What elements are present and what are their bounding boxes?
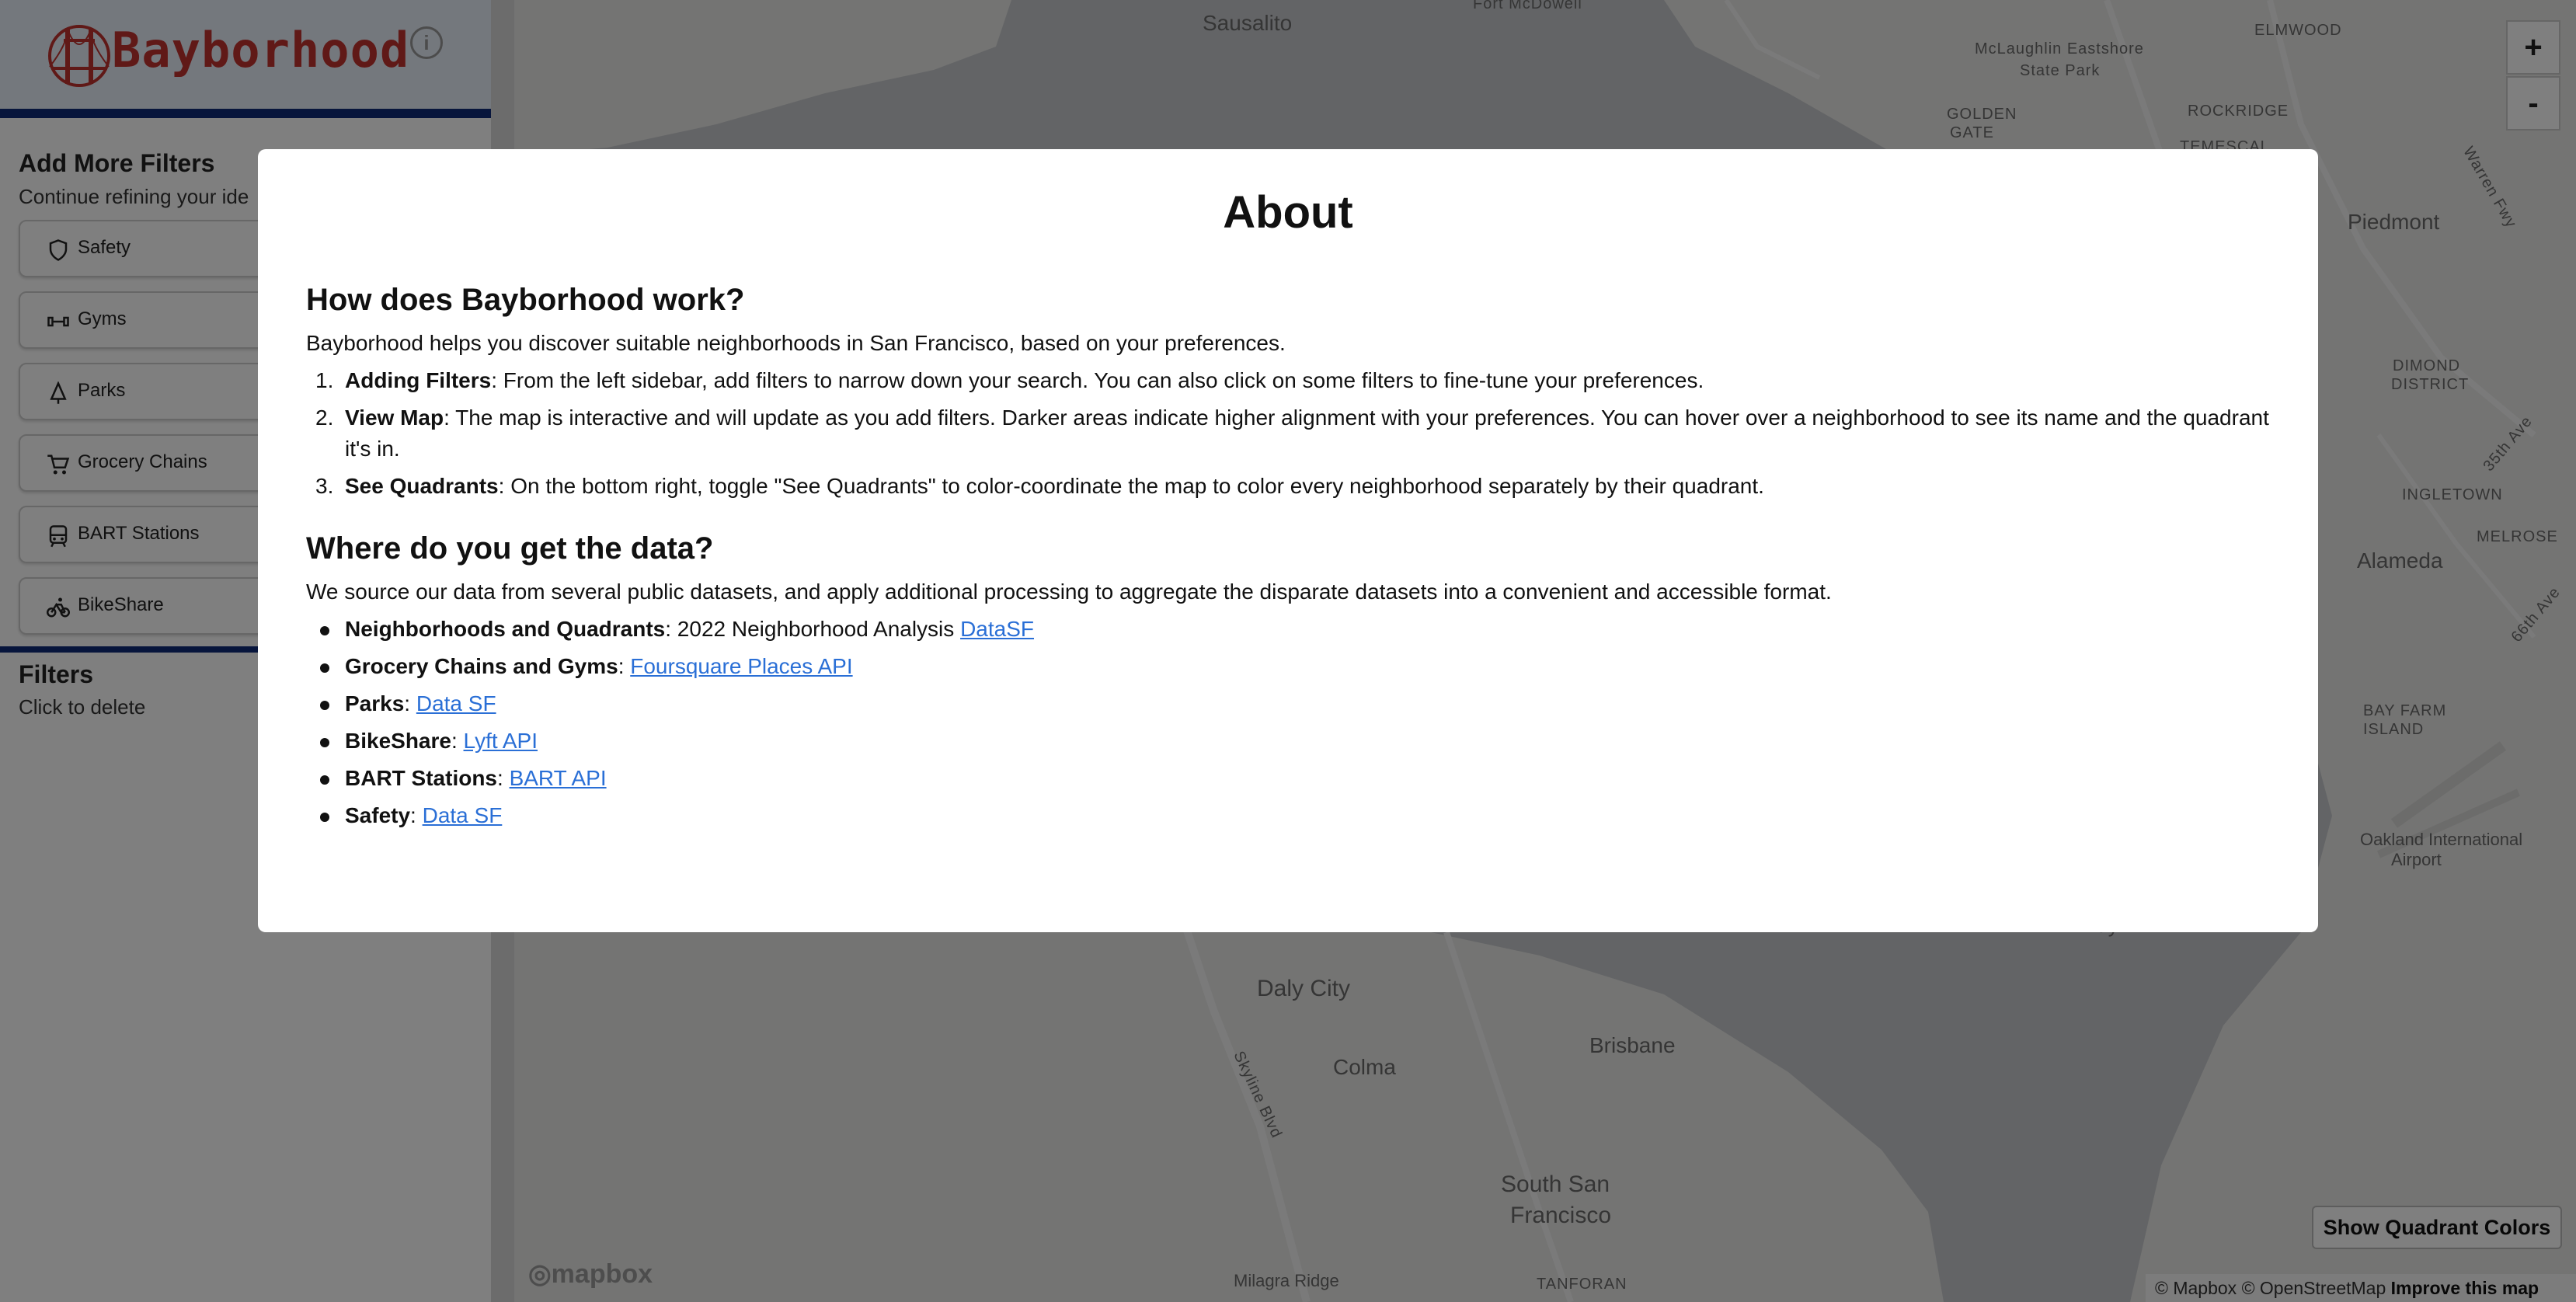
bullet-icon — [320, 626, 329, 635]
bullet-icon — [320, 775, 329, 785]
step-text: : The map is interactive and will update… — [345, 406, 2269, 461]
source-link-bart[interactable]: BART API — [510, 766, 607, 790]
source-item: Parks: Data SF — [345, 688, 2271, 719]
source-term: Neighborhoods and Quadrants — [345, 617, 666, 641]
source-link-safety[interactable]: Data SF — [423, 803, 503, 827]
step-text: : On the bottom right, toggle "See Quadr… — [498, 474, 1764, 498]
source-term: BART Stations — [345, 766, 497, 790]
how-heading: How does Bayborhood work? — [306, 283, 745, 317]
source-term: Parks — [345, 691, 405, 715]
source-link-foursquare[interactable]: Foursquare Places API — [630, 654, 852, 678]
step-item: View Map: The map is interactive and wil… — [345, 402, 2271, 465]
source-term: Safety — [345, 803, 411, 827]
source-link-parks[interactable]: Data SF — [416, 691, 496, 715]
source-link-lyft[interactable]: Lyft API — [464, 729, 538, 753]
source-text: : 2022 Neighborhood Analysis — [665, 617, 961, 641]
step-number: 2. — [315, 406, 334, 430]
step-number: 1. — [315, 368, 334, 392]
bullet-icon — [320, 663, 329, 673]
data-heading: Where do you get the data? — [306, 531, 714, 566]
step-term: Adding Filters — [345, 368, 492, 392]
data-intro: We source our data from several public d… — [306, 580, 1832, 604]
source-item: Neighborhoods and Quadrants: 2022 Neighb… — [345, 614, 2271, 645]
step-item: Adding Filters: From the left sidebar, a… — [345, 365, 2271, 396]
source-item: Safety: Data SF — [345, 800, 2271, 831]
source-text: : — [618, 654, 631, 678]
source-item: BART Stations: BART API — [345, 763, 2271, 794]
source-item: Grocery Chains and Gyms: Foursquare Plac… — [345, 651, 2271, 682]
step-item: See Quadrants: On the bottom right, togg… — [345, 471, 2271, 502]
how-intro: Bayborhood helps you discover suitable n… — [306, 331, 1286, 355]
step-text: : From the left sidebar, add filters to … — [491, 368, 1704, 392]
about-modal: About How does Bayborhood work? Bayborho… — [258, 149, 2318, 932]
step-number: 3. — [315, 474, 334, 498]
step-term: See Quadrants — [345, 474, 499, 498]
modal-title: About — [1223, 187, 1353, 238]
source-text: : — [497, 766, 510, 790]
step-term: View Map — [345, 406, 444, 430]
bullet-icon — [320, 813, 329, 822]
source-item: BikeShare: Lyft API — [345, 726, 2271, 757]
source-link-datasf[interactable]: DataSF — [960, 617, 1034, 641]
bullet-icon — [320, 701, 329, 710]
source-term: BikeShare — [345, 729, 451, 753]
source-text: : — [451, 729, 464, 753]
source-text: : — [410, 803, 423, 827]
source-term: Grocery Chains and Gyms — [345, 654, 618, 678]
bullet-icon — [320, 738, 329, 747]
source-text: : — [404, 691, 416, 715]
